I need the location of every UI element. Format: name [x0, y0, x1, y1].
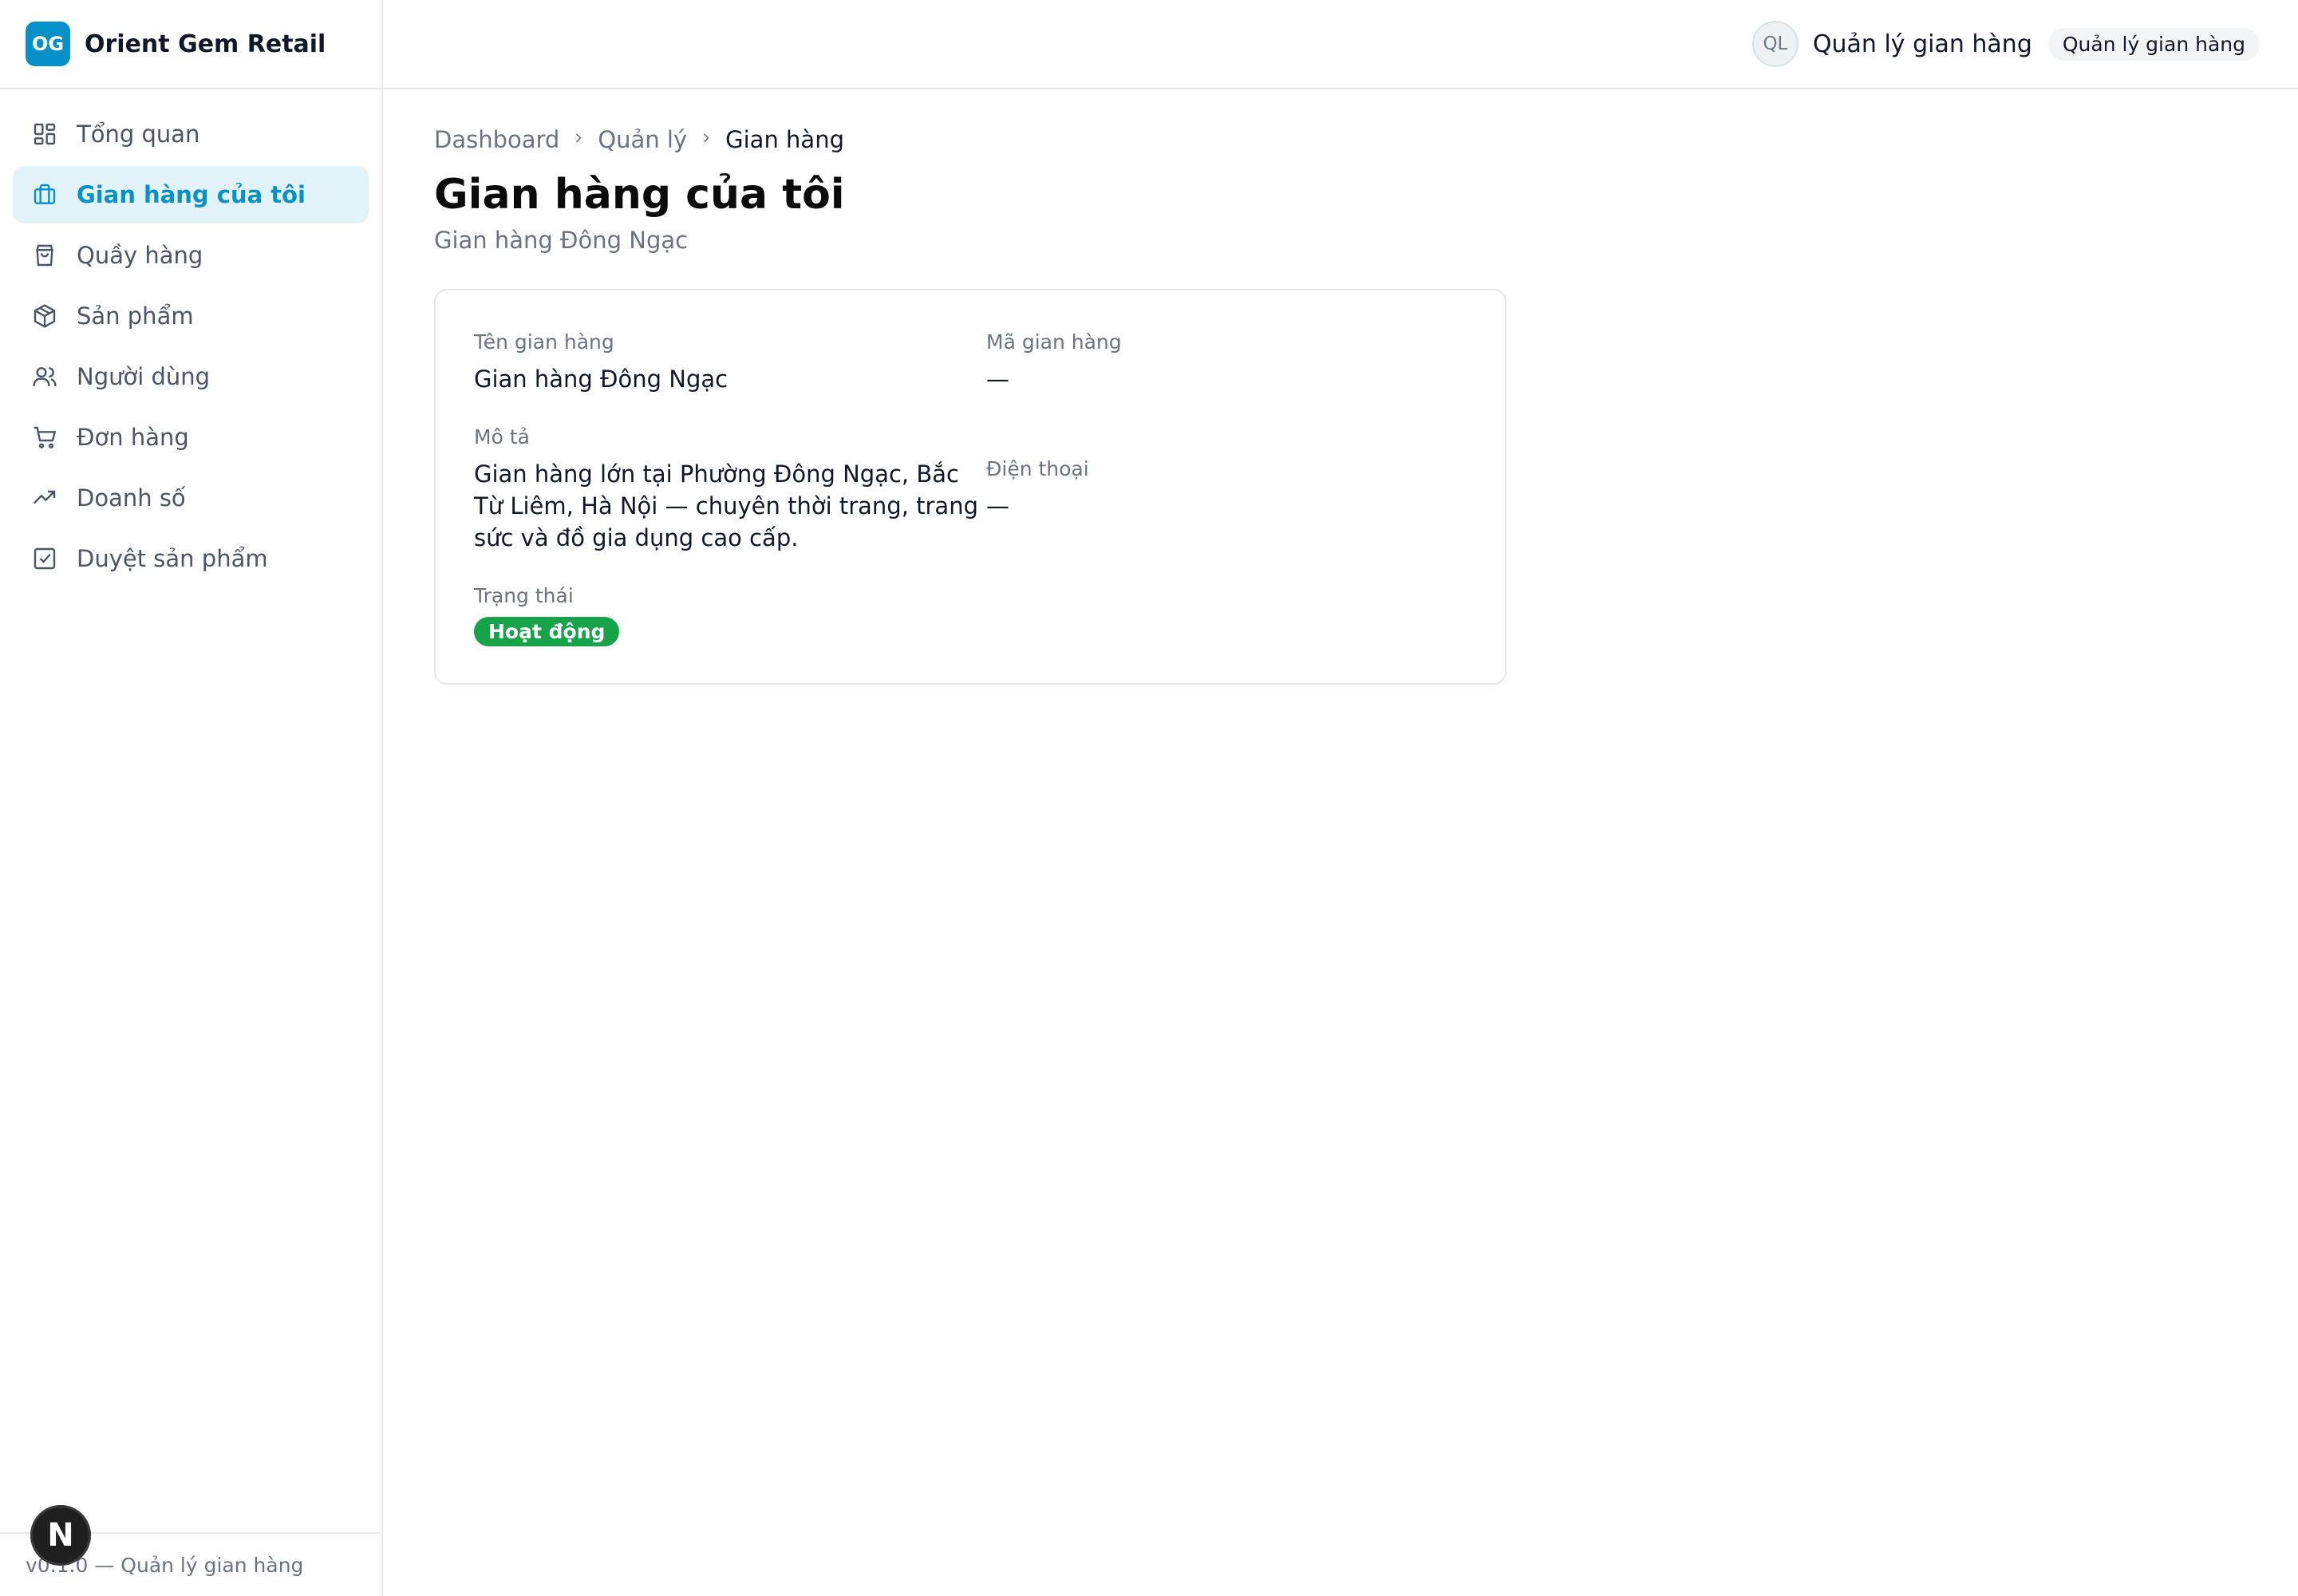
shopping-bag-icon [32, 243, 57, 268]
next-dev-indicator[interactable]: N [30, 1505, 91, 1566]
avatar[interactable]: QL [1751, 21, 1799, 67]
sidebar-item-orders[interactable]: Đơn hàng [13, 409, 369, 466]
store-name-field: Tên gian hàng Gian hàng Đông Ngạc [474, 330, 986, 395]
sidebar-item-overview[interactable]: Tổng quan [13, 105, 369, 163]
breadcrumb-current: Gian hàng [725, 126, 844, 153]
main-content: Dashboard Quản lý Gian hàng Gian hàng củ… [434, 88, 2298, 685]
description-value: Gian hàng lớn tại Phường Đông Ngạc, Bắc … [474, 460, 978, 551]
sidebar-item-counters[interactable]: Quầy hàng [13, 227, 369, 284]
breadcrumb-dashboard[interactable]: Dashboard [434, 126, 559, 153]
sidebar-item-label: Duyệt sản phẩm [77, 545, 268, 572]
page-title: Gian hàng của tôi [434, 171, 845, 219]
store-name-label: Tên gian hàng [474, 330, 614, 354]
sidebar-item-label: Gian hàng của tôi [77, 181, 306, 208]
status-field: Trạng thái Hoạt động [474, 584, 986, 646]
dashboard-icon [32, 121, 57, 147]
store-code-value: — [986, 365, 1009, 393]
users-icon [32, 364, 57, 389]
phone-value: — [986, 492, 1009, 519]
sidebar: OG Orient Gem Retail Tổng quan Gian hàng… [0, 0, 383, 1596]
sidebar-item-label: Đơn hàng [77, 424, 189, 451]
package-icon [32, 303, 57, 329]
sidebar-item-sales[interactable]: Doanh số [13, 469, 369, 527]
sidebar-item-label: Doanh số [77, 484, 186, 512]
description-field: Mô tả Gian hàng lớn tại Phường Đông Ngạc… [474, 425, 986, 554]
sidebar-item-label: Quầy hàng [77, 242, 203, 269]
sidebar-nav: Tổng quan Gian hàng của tôi Quầy hàng Sả… [0, 89, 381, 606]
topbar: QL Quản lý gian hàng Quản lý gian hàng [383, 0, 2298, 89]
description-label: Mô tả [474, 425, 530, 448]
check-square-icon [32, 546, 57, 571]
store-icon [32, 182, 57, 207]
sidebar-item-label: Sản phẩm [77, 302, 194, 330]
trending-up-icon [32, 485, 57, 511]
status-label: Trạng thái [474, 584, 574, 607]
sidebar-item-users[interactable]: Người dùng [13, 348, 369, 405]
sidebar-item-products[interactable]: Sản phẩm [13, 287, 369, 345]
sidebar-item-my-store[interactable]: Gian hàng của tôi [13, 166, 369, 223]
store-name-value: Gian hàng Đông Ngạc [474, 365, 728, 393]
cart-icon [32, 425, 57, 450]
store-code-label: Mã gian hàng [986, 330, 1122, 354]
brand-header[interactable]: OG Orient Gem Retail [0, 0, 381, 89]
details-right-column: Mã gian hàng — Điện thoại — [986, 330, 1465, 646]
brand-name: Orient Gem Retail [85, 30, 326, 58]
phone-label: Điện thoại [986, 457, 1089, 480]
page-subtitle: Gian hàng Đông Ngạc [434, 227, 689, 254]
chevron-right-icon [571, 128, 586, 152]
sidebar-item-product-approval[interactable]: Duyệt sản phẩm [13, 530, 369, 587]
sidebar-item-label: Người dùng [77, 363, 211, 390]
store-code-field: Mã gian hàng — [986, 330, 1465, 395]
sidebar-item-label: Tổng quan [77, 120, 200, 148]
breadcrumb: Dashboard Quản lý Gian hàng [434, 126, 2298, 153]
chevron-right-icon [698, 128, 714, 152]
details-left-column: Tên gian hàng Gian hàng Đông Ngạc Mô tả … [474, 330, 986, 646]
status-badge: Hoạt động [474, 617, 620, 646]
user-name[interactable]: Quản lý gian hàng [1813, 30, 2032, 58]
breadcrumb-management[interactable]: Quản lý [598, 126, 687, 153]
role-badge: Quản lý gian hàng [2047, 27, 2260, 61]
phone-field: Điện thoại — [986, 457, 1465, 522]
store-details-card: Tên gian hàng Gian hàng Đông Ngạc Mô tả … [434, 289, 1506, 685]
brand-logo: OG [26, 22, 70, 66]
